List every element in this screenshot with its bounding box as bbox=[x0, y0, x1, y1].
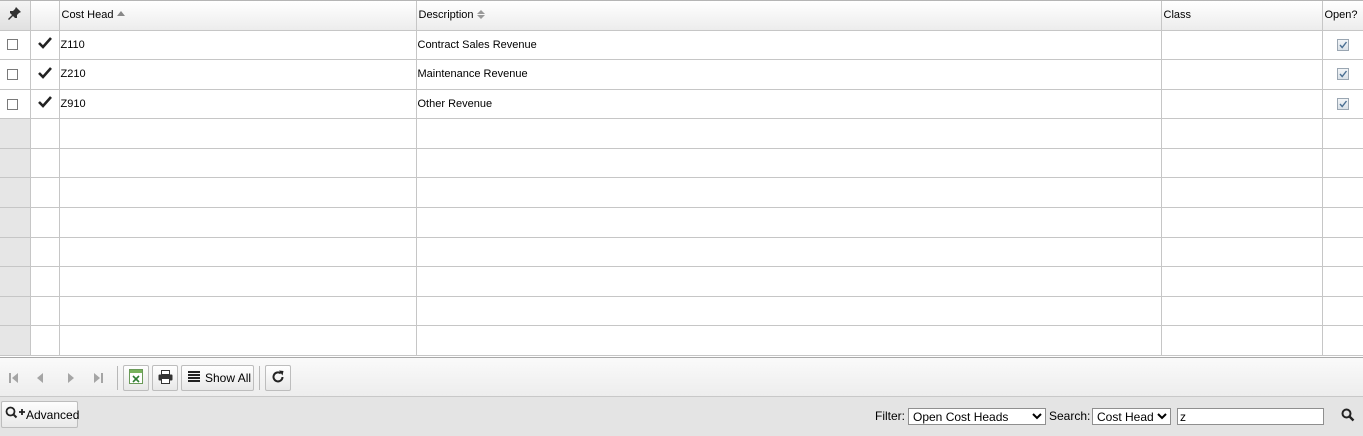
class-cell bbox=[1161, 30, 1323, 61]
bottom-bar: Advanced Filter: Open Cost Heads Search:… bbox=[0, 397, 1363, 436]
filter-select[interactable]: Open Cost Heads bbox=[908, 408, 1046, 425]
search-label: Search: bbox=[1049, 409, 1091, 423]
zoom-plus-icon bbox=[5, 406, 25, 423]
row-select-cell bbox=[0, 177, 31, 209]
open-cell bbox=[1322, 30, 1363, 61]
open-cell bbox=[1322, 89, 1363, 120]
table-row[interactable]: Z110 Contract Sales Revenue bbox=[0, 30, 1363, 61]
empty-row bbox=[0, 266, 1363, 297]
row-select-cell bbox=[0, 237, 31, 268]
description-cell: Maintenance Revenue bbox=[416, 59, 1162, 90]
description-column-header[interactable]: Description bbox=[416, 1, 1162, 31]
filter-label: Filter: bbox=[875, 409, 905, 423]
cost-head-column-header[interactable]: Cost Head bbox=[59, 1, 417, 31]
row-select-cell bbox=[0, 207, 31, 238]
row-select-cell bbox=[0, 118, 31, 149]
row-select-cell bbox=[0, 325, 31, 357]
class-column-header[interactable]: Class bbox=[1161, 1, 1323, 31]
search-icon[interactable] bbox=[1341, 408, 1355, 425]
checkmark-icon bbox=[37, 67, 52, 82]
show-all-button[interactable]: Show All bbox=[181, 365, 254, 391]
class-cell bbox=[1161, 89, 1323, 120]
grid-body: Z110 Contract Sales Revenue Z210 Maintenanc… bbox=[0, 30, 1363, 357]
row-select-cell[interactable] bbox=[0, 59, 31, 90]
open-checkbox[interactable] bbox=[1336, 98, 1349, 111]
cost-head-grid: Cost Head Description Class Open? Z110 Co… bbox=[0, 0, 1363, 358]
row-select-checkbox[interactable] bbox=[7, 68, 18, 80]
open-cell bbox=[1322, 59, 1363, 90]
export-excel-button[interactable] bbox=[123, 365, 149, 391]
empty-row bbox=[0, 207, 1363, 238]
row-select-cell bbox=[0, 148, 31, 179]
sort-icon bbox=[476, 10, 485, 20]
empty-row bbox=[0, 177, 1363, 209]
pin-column-header[interactable] bbox=[0, 1, 31, 31]
empty-row bbox=[0, 296, 1363, 327]
open-checkbox[interactable] bbox=[1336, 38, 1349, 51]
checkmark-icon bbox=[37, 37, 52, 52]
status-column-header bbox=[30, 1, 60, 31]
row-select-cell bbox=[0, 266, 31, 297]
previous-page-icon[interactable] bbox=[33, 370, 49, 386]
last-page-icon[interactable] bbox=[90, 370, 106, 386]
excel-icon bbox=[129, 369, 143, 387]
empty-row bbox=[0, 118, 1363, 149]
advanced-label: Advanced bbox=[26, 407, 80, 422]
cost-head-cell: Z110 bbox=[59, 30, 417, 61]
pin-icon bbox=[8, 7, 22, 23]
first-page-icon[interactable] bbox=[6, 370, 22, 386]
next-page-icon[interactable] bbox=[62, 370, 78, 386]
toolbar-separator bbox=[117, 366, 118, 390]
grid-toolbar: Show All bbox=[0, 358, 1363, 397]
description-cell: Contract Sales Revenue bbox=[416, 30, 1162, 61]
open-column-header[interactable]: Open? bbox=[1322, 1, 1363, 31]
empty-row bbox=[0, 237, 1363, 268]
sort-ascending-icon bbox=[117, 11, 126, 17]
class-cell bbox=[1161, 59, 1323, 90]
row-select-cell[interactable] bbox=[0, 30, 31, 61]
printer-icon bbox=[158, 369, 173, 387]
checkmark-icon bbox=[37, 96, 52, 111]
row-status-cell bbox=[30, 89, 60, 120]
advanced-search-button[interactable]: Advanced bbox=[1, 401, 80, 428]
list-icon bbox=[188, 371, 200, 385]
table-row[interactable]: Z210 Maintenance Revenue bbox=[0, 59, 1363, 90]
show-all-label: Show All bbox=[205, 371, 252, 385]
row-select-checkbox[interactable] bbox=[7, 39, 18, 51]
row-select-checkbox[interactable] bbox=[7, 98, 18, 110]
table-row[interactable]: Z910 Other Revenue bbox=[0, 89, 1363, 120]
row-select-cell bbox=[0, 296, 31, 327]
row-status-cell bbox=[30, 59, 60, 90]
grid-header-row: Cost Head Description Class Open? bbox=[0, 1, 1363, 31]
cost-head-cell: Z910 bbox=[59, 89, 417, 120]
search-field-select[interactable]: Cost Head bbox=[1092, 408, 1171, 425]
row-select-cell[interactable] bbox=[0, 89, 31, 120]
description-cell: Other Revenue bbox=[416, 89, 1162, 120]
toolbar-separator bbox=[259, 366, 260, 390]
refresh-icon bbox=[271, 370, 285, 387]
cost-head-cell: Z210 bbox=[59, 59, 417, 90]
print-button[interactable] bbox=[152, 365, 178, 391]
empty-row bbox=[0, 148, 1363, 179]
empty-row bbox=[0, 325, 1363, 357]
row-status-cell bbox=[30, 30, 60, 61]
open-checkbox[interactable] bbox=[1336, 68, 1349, 81]
refresh-button[interactable] bbox=[265, 365, 291, 391]
search-input[interactable] bbox=[1177, 408, 1324, 425]
